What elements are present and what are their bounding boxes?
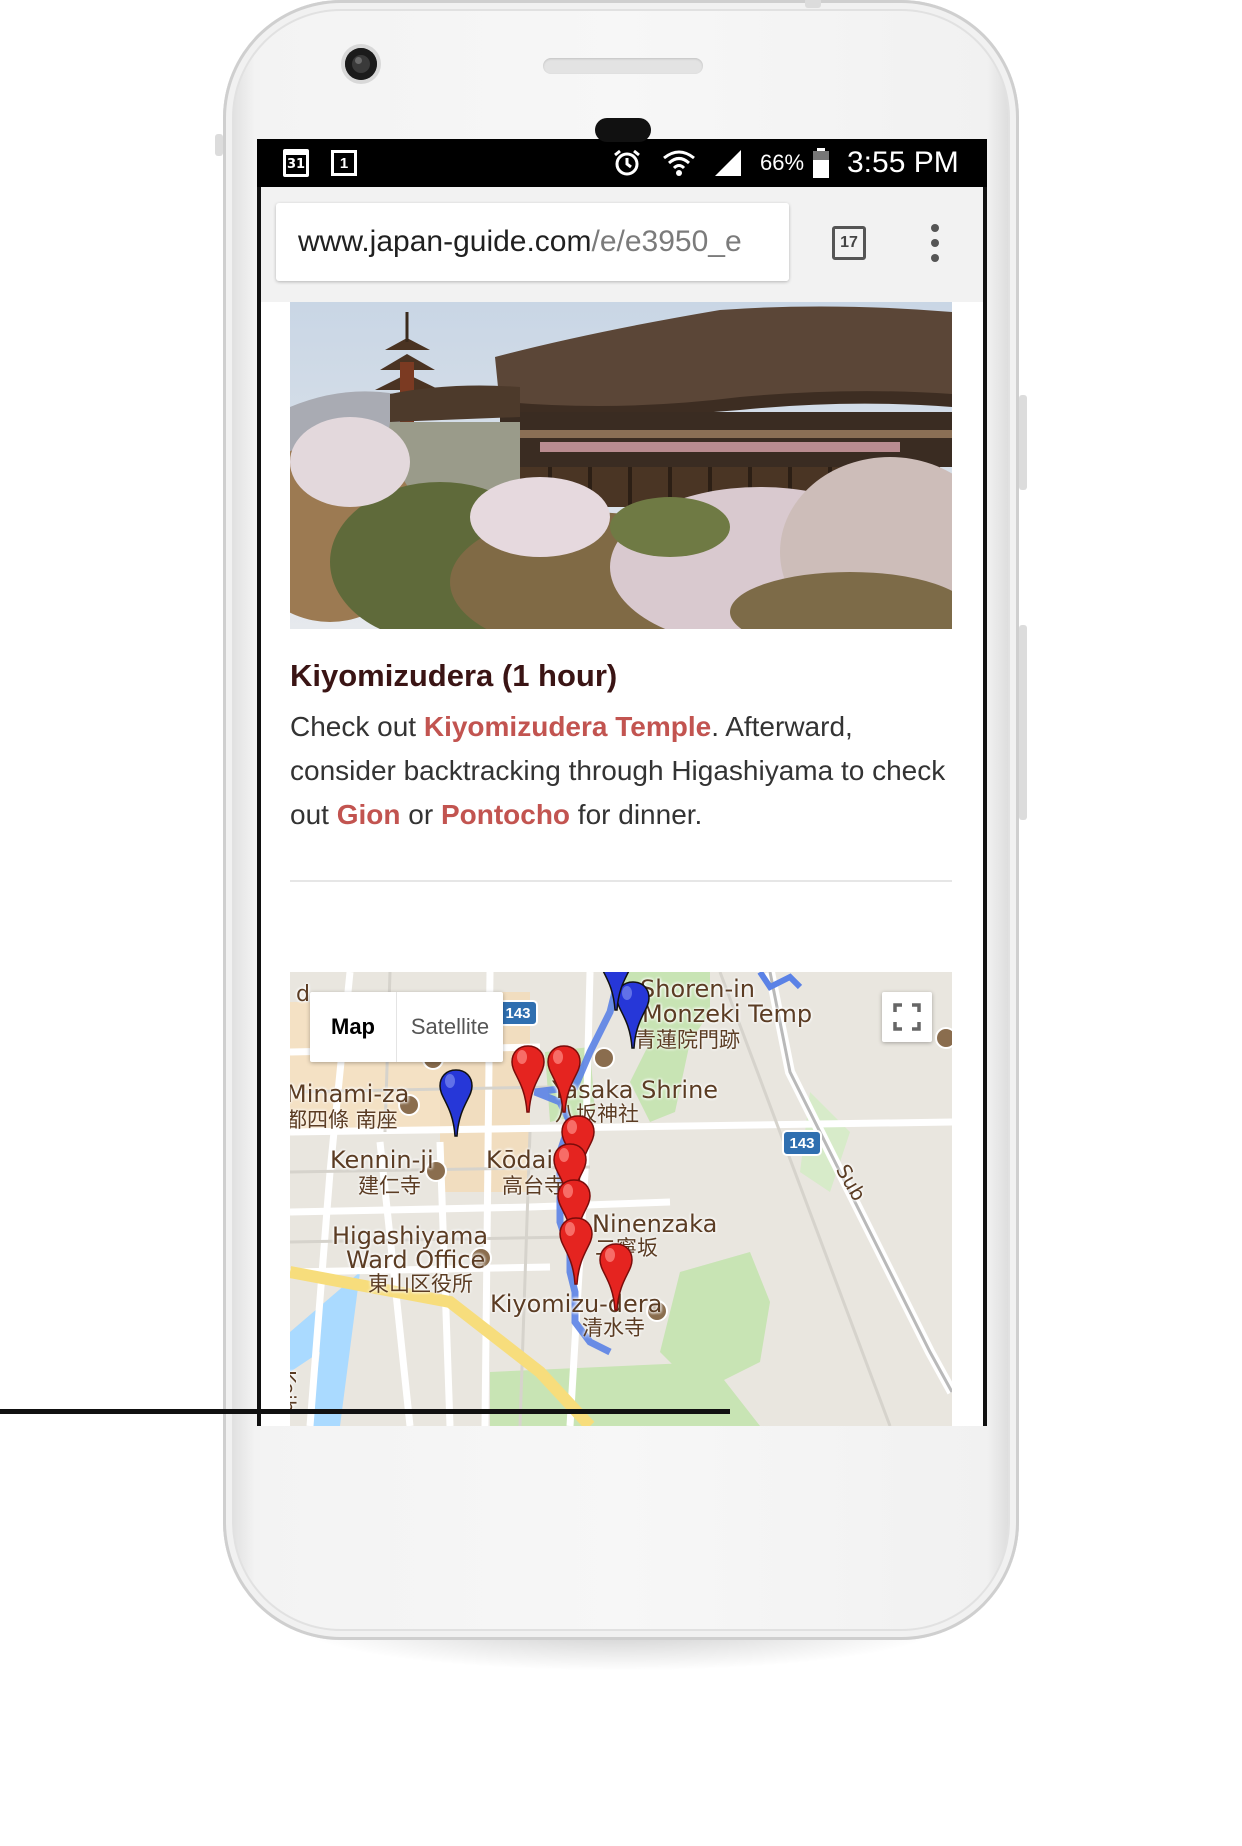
status-bar: 31 1 66% 3:55 PM (257, 139, 987, 187)
red-map-pin[interactable] (598, 1242, 634, 1312)
kiyomizudera-temple-link[interactable]: Kiyomizudera Temple (424, 711, 711, 742)
front-camera (345, 48, 377, 80)
clock: 3:55 PM (847, 146, 959, 179)
wifi-icon (662, 139, 696, 187)
map-view-button[interactable]: Map (310, 992, 397, 1062)
battery-icon (812, 139, 830, 187)
section-divider (290, 880, 952, 882)
body-text: for dinner. (570, 799, 703, 830)
body-text: Check out (290, 711, 424, 742)
route-143-shield: 143 (782, 1130, 822, 1156)
satellite-view-button[interactable]: Satellite (397, 992, 503, 1062)
map-label-shoren-in: Shoren-in (640, 975, 755, 1003)
map-label-minamiza-jp: 都四條 南座 (290, 1108, 398, 1132)
power-button (1019, 395, 1027, 490)
browser-toolbar: www.japan-guide.com/e/e3950_e 17 (257, 187, 987, 302)
tabs-button[interactable]: 17 (832, 226, 866, 260)
url-bar[interactable]: www.japan-guide.com/e/e3950_e (276, 203, 789, 281)
calendar-day: 31 (283, 149, 309, 177)
top-detail (805, 0, 821, 8)
tab-count-icon: 1 (331, 139, 357, 187)
phone-screen: 31 1 66% 3:55 PM www.japan-guide.com /e/… (257, 139, 987, 1426)
map-type-control: Map Satellite (310, 992, 503, 1062)
calendar-icon: 31 (283, 139, 311, 187)
fullscreen-icon (893, 1003, 921, 1031)
blue-map-pin[interactable] (598, 972, 634, 1012)
map-label-ward-office-jp: 東山区役所 (368, 1272, 473, 1296)
battery-percent: 66% (760, 150, 805, 175)
section-body: Check out Kiyomizudera Temple. Afterward… (290, 705, 955, 837)
volume-button (1019, 625, 1027, 820)
body-text: or (400, 799, 441, 830)
red-map-pin[interactable] (510, 1044, 546, 1114)
kiyomizudera-photo (290, 302, 952, 629)
pontocho-link[interactable]: Pontocho (441, 799, 570, 830)
map-label-kenninji-jp: 建仁寺 (358, 1174, 421, 1198)
url-domain: www.japan-guide.com (298, 225, 592, 258)
alarm-icon (612, 139, 642, 187)
url-path: /e/e3950_e (591, 225, 742, 258)
route-map[interactable]: 143 143 d Shoren-in Monzeki Temp 青蓮院門跡 Y… (290, 972, 952, 1426)
map-label-kiyomizu-jp: 清水寺 (582, 1316, 645, 1340)
earpiece-speaker (543, 58, 703, 74)
menu-dot-icon (931, 238, 939, 247)
map-label-keihan: Keih (290, 1370, 300, 1413)
overflow-menu-button[interactable] (925, 221, 945, 265)
fullscreen-button[interactable] (882, 992, 932, 1042)
menu-dot-icon (931, 224, 939, 233)
red-map-pin[interactable] (558, 1216, 594, 1286)
url-fade (759, 203, 789, 281)
route-143-shield: 143 (498, 1000, 538, 1026)
web-page: Kiyomizudera (1 hour) Check out Kiyomizu… (257, 302, 987, 1426)
poi-icon[interactable] (935, 1027, 952, 1049)
gion-link[interactable]: Gion (337, 799, 401, 830)
side-detail (215, 134, 223, 156)
signal-icon (713, 139, 743, 187)
blue-map-pin[interactable] (438, 1068, 474, 1138)
sensor-pill (595, 118, 651, 142)
temple-poi-icon[interactable] (593, 1047, 615, 1069)
section-heading: Kiyomizudera (1 hour) (290, 658, 618, 693)
tab-count: 1 (331, 150, 357, 176)
red-map-pin[interactable] (546, 1044, 582, 1114)
map-label: d (296, 982, 310, 1007)
screen-bottom-edge (0, 1409, 730, 1414)
temple-photo-art (290, 302, 952, 629)
menu-dot-icon (931, 253, 939, 262)
